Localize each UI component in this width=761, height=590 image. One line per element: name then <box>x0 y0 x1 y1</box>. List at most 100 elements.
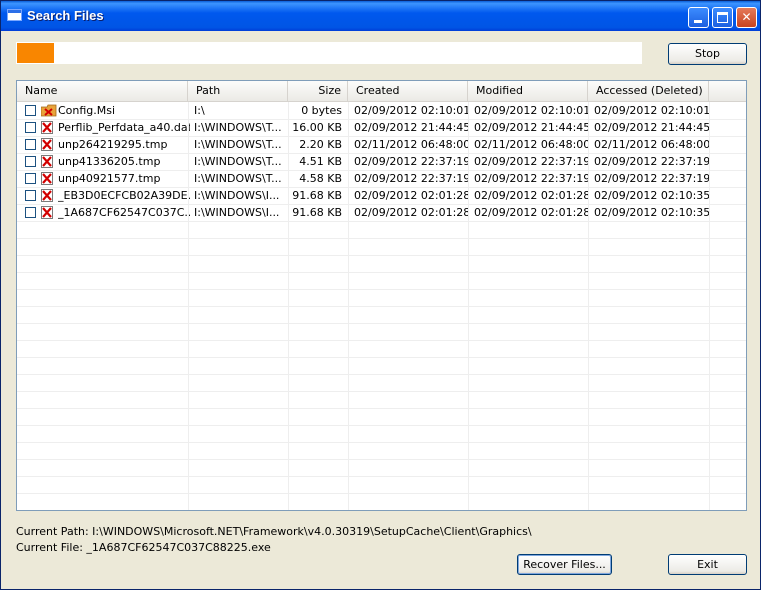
file-accessed: 02/09/2012 02:10:01 <box>594 104 709 117</box>
file-created: 02/09/2012 22:37:19 <box>354 155 468 168</box>
file-created: 02/09/2012 02:10:01 <box>354 104 468 117</box>
file-name: unp41336205.tmp <box>58 155 161 168</box>
column-gridline <box>188 102 189 510</box>
file-created: 02/11/2012 06:48:00 <box>354 138 468 151</box>
empty-row <box>17 255 746 273</box>
maximize-button[interactable] <box>712 7 733 28</box>
file-size: 2.20 KB <box>299 138 342 151</box>
file-row-checkbox[interactable] <box>25 105 36 116</box>
recover-files-button[interactable]: Recover Files... <box>517 554 612 575</box>
file-name: Config.Msi <box>58 104 116 117</box>
file-row[interactable]: _EB3D0ECFCB02A39DE... I:\WINDOWS\I... 91.6… <box>17 187 746 205</box>
file-name: unp264219295.tmp <box>58 138 168 151</box>
deleted-file-icon <box>41 121 54 134</box>
file-modified: 02/09/2012 02:01:28 <box>474 189 588 202</box>
window-app-icon <box>7 9 22 21</box>
file-path: I:\WINDOWS\T... <box>194 172 282 185</box>
file-name: _1A687CF62547C037C... <box>58 206 190 219</box>
file-modified: 02/09/2012 22:37:19 <box>474 155 588 168</box>
file-path: I:\WINDOWS\T... <box>194 138 282 151</box>
file-name: unp40921577.tmp <box>58 172 161 185</box>
file-row[interactable]: unp41336205.tmp I:\WINDOWS\T... 4.51 KB 02/… <box>17 153 746 171</box>
empty-row <box>17 493 746 510</box>
close-button[interactable]: ✕ <box>736 7 757 28</box>
file-name: _EB3D0ECFCB02A39DE... <box>58 189 190 202</box>
search-progress-bar <box>16 42 642 64</box>
file-created: 02/09/2012 22:37:19 <box>354 172 468 185</box>
minimize-button[interactable] <box>688 7 709 28</box>
column-header-accessed[interactable]: Accessed (Deleted) <box>588 81 709 101</box>
file-accessed: 02/09/2012 02:10:35 <box>594 189 709 202</box>
file-path: I:\ <box>194 104 205 117</box>
minimize-icon <box>694 20 702 23</box>
window-title: Search Files <box>27 8 104 23</box>
file-path: I:\WINDOWS\I... <box>194 189 280 202</box>
file-row-checkbox[interactable] <box>25 173 36 184</box>
file-modified: 02/09/2012 02:10:01 <box>474 104 588 117</box>
file-accessed: 02/09/2012 22:37:19 <box>594 172 709 185</box>
file-row[interactable]: Perflib_Perfdata_a40.dat I:\WINDOWS\T... 1… <box>17 119 746 137</box>
column-gridline <box>588 102 589 510</box>
column-header-created[interactable]: Created <box>348 81 468 101</box>
empty-row <box>17 374 746 392</box>
file-name: Perflib_Perfdata_a40.dat <box>58 121 190 134</box>
results-header: Name Path Size Created Modified Accessed (Del… <box>17 81 746 102</box>
column-header-name[interactable]: Name <box>17 81 188 101</box>
title-bar[interactable]: Search Files ✕ <box>1 1 760 31</box>
current-file-status: Current File: _1A687CF62547C037C88225.ex… <box>16 541 271 554</box>
file-row[interactable]: _1A687CF62547C037C... I:\WINDOWS\I... 91.6… <box>17 204 746 222</box>
deleted-folder-icon <box>40 104 57 117</box>
stop-button[interactable]: Stop <box>668 43 747 65</box>
close-icon: ✕ <box>741 10 752 24</box>
search-progress-fill <box>17 43 54 63</box>
empty-row <box>17 306 746 324</box>
column-header-size[interactable]: Size <box>288 81 348 101</box>
column-header-path[interactable]: Path <box>188 81 288 101</box>
empty-row <box>17 289 746 307</box>
file-size: 4.58 KB <box>299 172 342 185</box>
file-size: 91.68 KB <box>292 206 342 219</box>
file-path: I:\WINDOWS\T... <box>194 155 282 168</box>
empty-row <box>17 442 746 460</box>
empty-row <box>17 391 746 409</box>
file-accessed: 02/11/2012 06:48:00 <box>594 138 709 151</box>
file-accessed: 02/09/2012 02:10:35 <box>594 206 709 219</box>
empty-row <box>17 323 746 341</box>
file-modified: 02/09/2012 02:01:28 <box>474 206 588 219</box>
file-modified: 02/09/2012 22:37:19 <box>474 172 588 185</box>
file-created: 02/09/2012 02:01:28 <box>354 206 468 219</box>
file-row[interactable]: unp264219295.tmp I:\WINDOWS\T... 2.20 KB 02… <box>17 136 746 154</box>
file-row-checkbox[interactable] <box>25 122 36 133</box>
deleted-file-icon <box>41 155 54 168</box>
deleted-file-icon <box>41 189 54 202</box>
exit-button[interactable]: Exit <box>668 554 747 575</box>
column-header-modified[interactable]: Modified <box>468 81 588 101</box>
empty-row <box>17 272 746 290</box>
empty-row <box>17 425 746 443</box>
empty-row <box>17 476 746 494</box>
column-gridline <box>468 102 469 510</box>
file-created: 02/09/2012 21:44:45 <box>354 121 468 134</box>
file-row-checkbox[interactable] <box>25 190 36 201</box>
empty-row <box>17 408 746 426</box>
file-row-checkbox[interactable] <box>25 207 36 218</box>
file-accessed: 02/09/2012 21:44:45 <box>594 121 709 134</box>
results-list[interactable]: Name Path Size Created Modified Accessed (Del… <box>16 80 747 511</box>
file-size: 4.51 KB <box>299 155 342 168</box>
file-row[interactable]: unp40921577.tmp I:\WINDOWS\T... 4.58 KB 02/… <box>17 170 746 188</box>
file-size: 91.68 KB <box>292 189 342 202</box>
file-row[interactable]: Config.Msi I:\ 0 bytes 02/09/2012 02:10:01 0… <box>17 102 746 120</box>
deleted-file-icon <box>41 138 54 151</box>
file-row-checkbox[interactable] <box>25 139 36 150</box>
empty-row <box>17 238 746 256</box>
column-gridline <box>709 102 710 510</box>
file-size: 16.00 KB <box>292 121 342 134</box>
deleted-file-icon <box>41 206 54 219</box>
empty-row <box>17 459 746 477</box>
search-files-window: Search Files ✕ Stop Name Path Size Created M… <box>0 0 761 590</box>
empty-row <box>17 357 746 375</box>
file-row-checkbox[interactable] <box>25 156 36 167</box>
empty-row <box>17 340 746 358</box>
file-modified: 02/09/2012 21:44:45 <box>474 121 588 134</box>
current-path-status: Current Path: I:\WINDOWS\Microsoft.NET\F… <box>16 525 532 538</box>
